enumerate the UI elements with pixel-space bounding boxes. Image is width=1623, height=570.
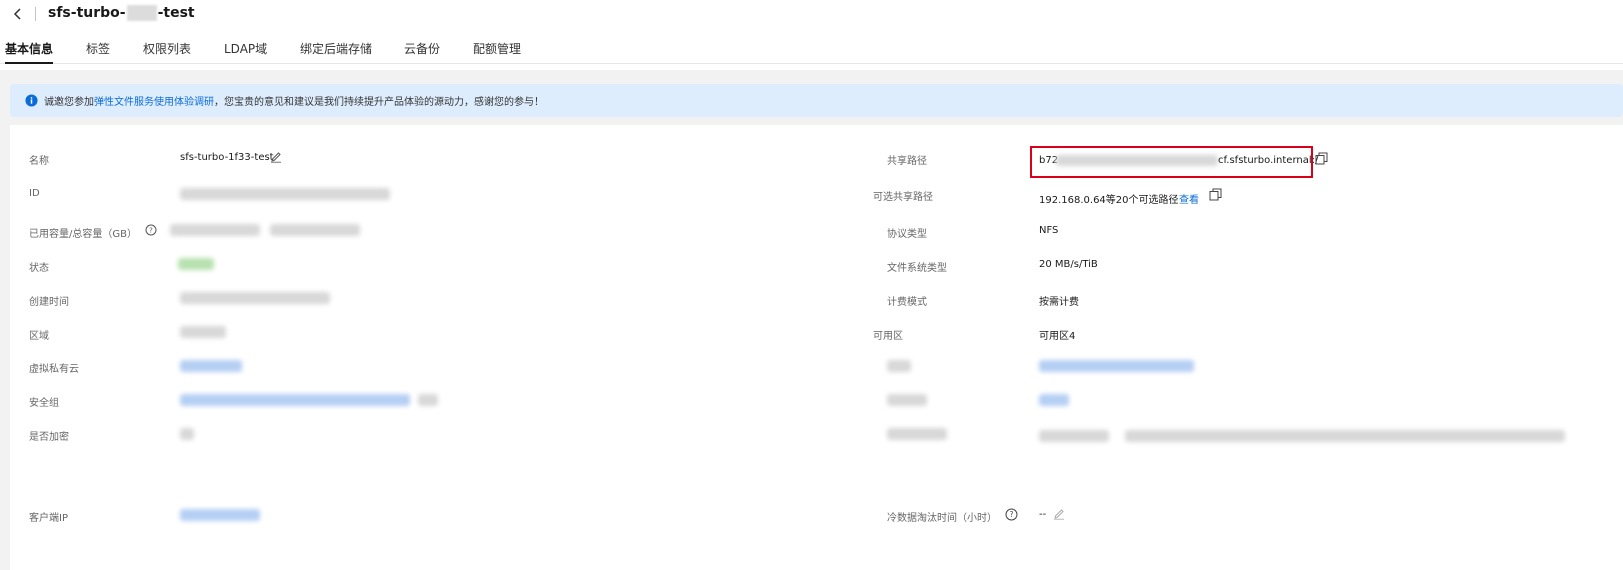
encrypt-label: 是否加密 (29, 432, 69, 443)
view-paths-link[interactable]: 查看 (1179, 191, 1199, 206)
field-label-redacted (887, 428, 947, 440)
tab-cloud-backup[interactable]: 云备份 (404, 40, 440, 57)
capacity-total-redacted (270, 224, 360, 236)
name-value: sfs-turbo-1f33-test (180, 152, 274, 163)
vpc-label: 虚拟私有云 (29, 364, 79, 375)
svg-text:?: ? (149, 227, 153, 235)
title-suffix: -test (157, 5, 195, 21)
info-icon (25, 94, 38, 107)
security-group-extra-redacted (418, 394, 438, 406)
edit-icon[interactable] (270, 151, 282, 163)
help-icon[interactable]: ? (1005, 508, 1018, 521)
notice-prefix: 诚邀您参加 (44, 97, 94, 108)
client-ip-label: 客户端IP (29, 513, 68, 524)
field-value-redacted (1039, 430, 1109, 442)
az-value: 可用区4 (1039, 331, 1076, 342)
copy-icon[interactable] (1209, 188, 1222, 201)
field-link-redacted[interactable] (1039, 394, 1069, 406)
security-group-link-redacted[interactable] (180, 394, 410, 406)
notice-suffix: ，您宝贵的意见和建议是我们持续提升产品体验的源动力，感谢您的参与！ (214, 97, 544, 108)
tab-basic-info[interactable]: 基本信息 (5, 40, 53, 57)
region-label: 区域 (29, 331, 49, 342)
created-value-redacted (180, 292, 330, 304)
field-label-redacted (887, 394, 927, 406)
tab-tags[interactable]: 标签 (86, 40, 110, 57)
field-link-redacted[interactable] (1039, 360, 1194, 372)
cold-data-value: -- (1039, 509, 1047, 520)
field-label-redacted (887, 360, 911, 372)
svg-text:?: ? (1010, 510, 1014, 519)
active-tab-indicator (5, 62, 53, 64)
cold-data-label: 冷数据淘汰时间（小时） (887, 513, 997, 524)
copy-icon[interactable] (1315, 152, 1328, 165)
tab-bar: 基本信息 标签 权限列表 LDAP域 绑定后端存储 云备份 配额管理 (0, 36, 1623, 64)
optional-path-label: 可选共享路径 (873, 192, 933, 203)
vpc-link-redacted[interactable] (180, 360, 242, 372)
optional-path-value: 192.168.0.64等20个可选路径 (1039, 195, 1179, 206)
protocol-value: NFS (1039, 225, 1059, 236)
edit-icon[interactable] (1053, 508, 1065, 520)
region-value-redacted (180, 326, 226, 338)
share-path-suffix: cf.sfsturbo.internal:/ (1218, 155, 1319, 166)
created-label: 创建时间 (29, 297, 69, 308)
capacity-label: 已用容量/总容量（GB） (29, 229, 137, 240)
fs-type-label: 文件系统类型 (887, 263, 947, 274)
id-value-redacted (180, 188, 390, 200)
title-prefix: sfs-turbo- (48, 5, 126, 21)
client-ip-link-redacted[interactable] (180, 509, 260, 521)
share-path-label: 共享路径 (887, 156, 927, 167)
survey-notice: 诚邀您参加弹性文件服务使用体验调研，您宝贵的意见和建议是我们持续提升产品体验的源… (10, 84, 1623, 117)
tab-backend-storage[interactable]: 绑定后端存储 (300, 40, 372, 57)
title-redacted (126, 5, 157, 21)
az-label: 可用区 (873, 331, 903, 342)
page-header: sfs-turbo- -test (0, 0, 1623, 28)
protocol-label: 协议类型 (887, 229, 927, 240)
tab-ldap[interactable]: LDAP域 (224, 40, 267, 57)
help-icon[interactable]: ? (145, 224, 157, 236)
encrypt-value-redacted (180, 428, 194, 440)
field-value-redacted (1125, 430, 1565, 442)
billing-value: 按需计费 (1039, 297, 1079, 308)
fs-type-value: 20 MB/s/TiB (1039, 259, 1098, 270)
tab-quota[interactable]: 配额管理 (473, 40, 521, 57)
status-label: 状态 (29, 263, 49, 274)
notice-text: 诚邀您参加弹性文件服务使用体验调研，您宝贵的意见和建议是我们持续提升产品体验的源… (44, 93, 544, 108)
survey-link[interactable]: 弹性文件服务使用体验调研 (94, 97, 214, 108)
page-title: sfs-turbo- -test (48, 5, 195, 21)
tab-permissions[interactable]: 权限列表 (143, 40, 191, 57)
share-path-redacted (1056, 155, 1218, 166)
header-divider (35, 7, 36, 21)
id-label: ID (29, 188, 40, 199)
back-arrow-icon[interactable] (10, 6, 26, 22)
billing-label: 计费模式 (887, 297, 927, 308)
security-group-label: 安全组 (29, 398, 59, 409)
status-value-redacted (178, 258, 214, 270)
capacity-used-redacted (170, 224, 260, 236)
name-label: 名称 (29, 156, 49, 167)
